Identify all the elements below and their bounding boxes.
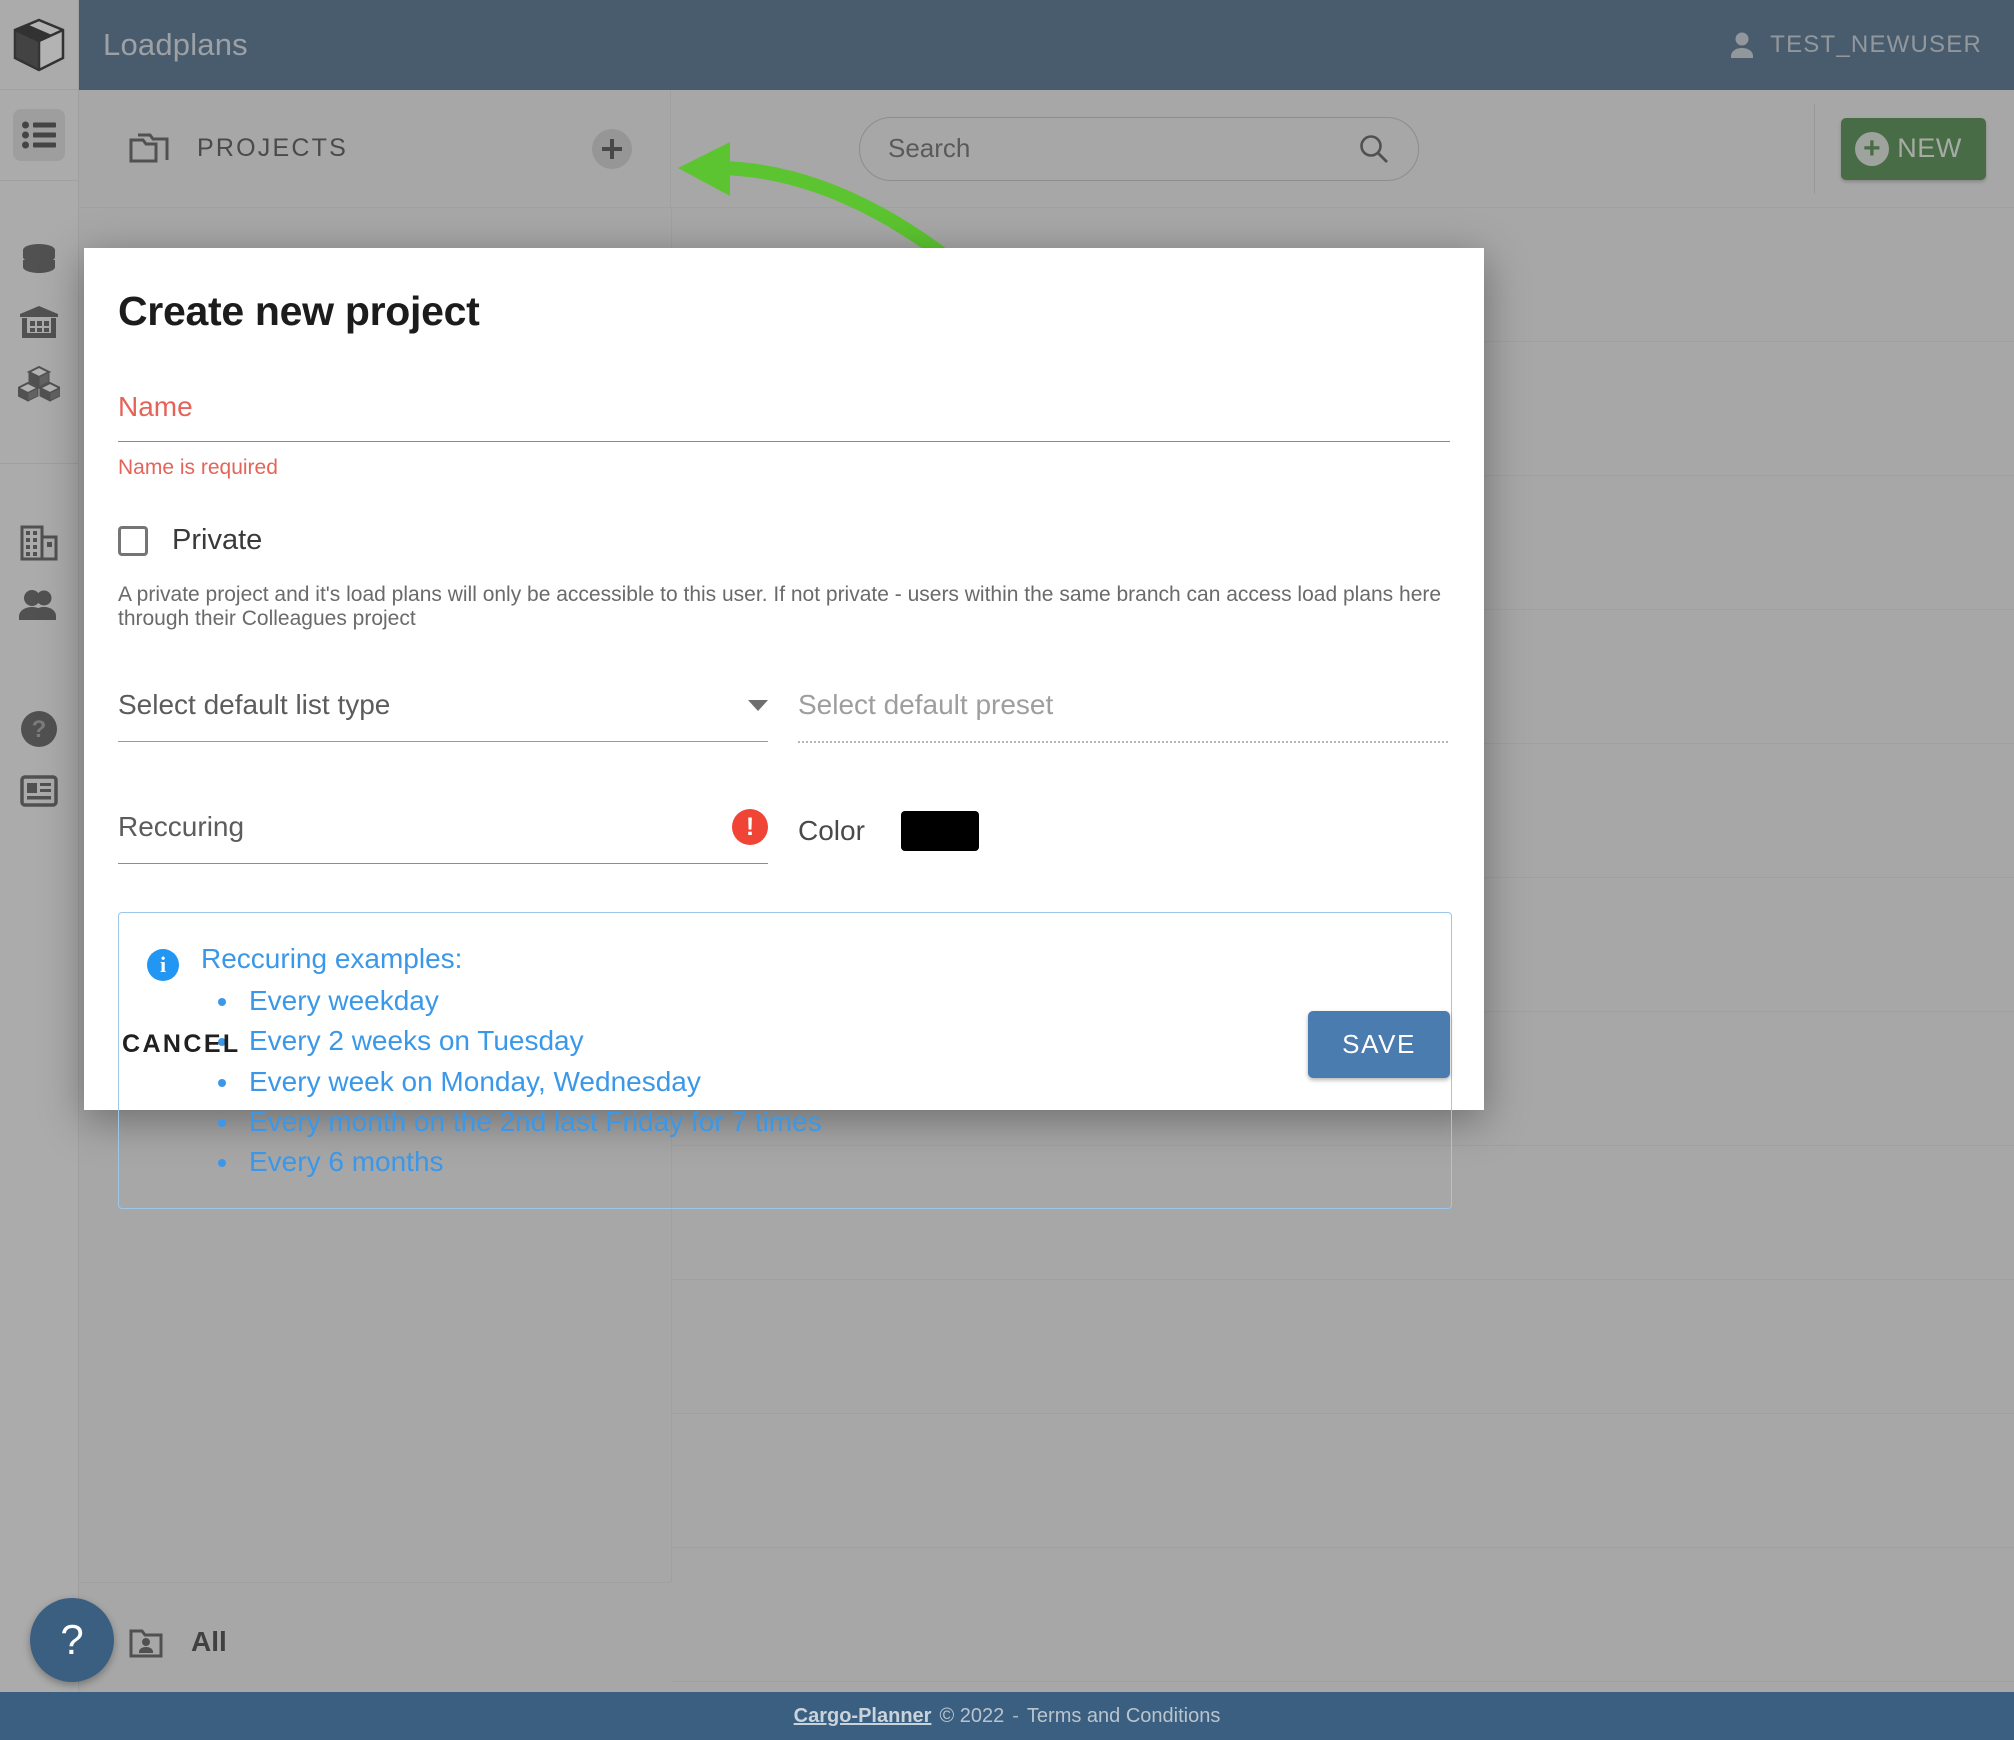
sidebar-item-company[interactable] xyxy=(0,512,78,574)
color-field-label: Color xyxy=(798,815,865,847)
recurring-examples-heading: Reccuring examples: xyxy=(201,943,822,975)
folder-copy-icon xyxy=(129,131,171,167)
projects-label: PROJECTS xyxy=(197,134,348,163)
rail-spacer-top xyxy=(0,195,78,229)
private-checkbox-row[interactable]: Private xyxy=(118,524,1450,557)
plus-icon xyxy=(601,138,623,160)
sidebar-item-users[interactable] xyxy=(0,574,78,636)
cancel-button[interactable]: CANCEL xyxy=(118,1018,245,1071)
search-icon[interactable] xyxy=(1358,133,1390,165)
toolbar-divider xyxy=(1814,104,1815,194)
sidebar-item-loadplans[interactable] xyxy=(0,104,78,166)
table-row[interactable] xyxy=(672,1280,2014,1414)
page-title: Loadplans xyxy=(103,27,248,63)
list-item: Every month on the 2nd last Friday for 7… xyxy=(241,1106,822,1137)
private-description: A private project and it's load plans wi… xyxy=(118,583,1450,631)
color-field: Color xyxy=(798,809,979,851)
recurring-row: Reccuring ! Color xyxy=(118,809,1450,864)
table-row[interactable] xyxy=(672,1548,2014,1682)
help-fab-button[interactable]: ? xyxy=(30,1598,114,1682)
rail-group-resources xyxy=(0,181,78,464)
list-type-select[interactable]: Select default list type xyxy=(118,689,768,743)
footer-separator: - xyxy=(1012,1705,1019,1728)
private-checkbox-label: Private xyxy=(172,524,262,557)
recurring-field[interactable]: Reccuring ! xyxy=(118,809,768,864)
rail-group-org xyxy=(0,464,78,684)
sidebar-item-news[interactable] xyxy=(0,760,78,822)
new-button[interactable]: + NEW xyxy=(1841,118,1986,180)
name-field-error: Name is required xyxy=(118,456,1450,480)
app-root: ? xyxy=(0,0,2014,1740)
name-field-underline xyxy=(118,441,1450,442)
question-icon: ? xyxy=(60,1616,83,1664)
app-logo[interactable] xyxy=(0,0,78,90)
rail-group-support: ? xyxy=(0,684,78,836)
add-project-button[interactable] xyxy=(592,129,632,169)
preset-select-value: Select default preset xyxy=(798,689,1053,721)
color-swatch[interactable] xyxy=(901,811,979,851)
list-type-underline xyxy=(118,741,768,742)
name-field-group: Name Name is required xyxy=(118,391,1450,480)
rail-spacer-org xyxy=(0,478,78,512)
database-icon xyxy=(13,234,65,286)
left-nav-rail: ? xyxy=(0,0,79,1700)
projects-header: PROJECTS xyxy=(79,90,671,207)
rail-spacer-org-bottom xyxy=(0,636,78,670)
search-placeholder: Search xyxy=(888,133,1358,164)
chevron-down-icon xyxy=(748,700,768,711)
plus-circle-icon: + xyxy=(1855,132,1889,166)
people-icon xyxy=(13,579,65,631)
recurring-field-label: Reccuring xyxy=(118,811,244,843)
dialog-title: Create new project xyxy=(118,288,1450,335)
list-type-select-value: Select default list type xyxy=(118,689,390,721)
search-input[interactable]: Search xyxy=(859,117,1419,181)
folder-shared-icon xyxy=(129,1625,167,1659)
page-footer: Cargo-Planner © 2022 - Terms and Conditi… xyxy=(0,1692,2014,1740)
rail-spacer-bottom xyxy=(0,415,78,449)
warehouse-icon xyxy=(13,296,65,348)
user-name: TEST_NEWUSER xyxy=(1770,31,1982,59)
table-row[interactable] xyxy=(672,1414,2014,1548)
project-item-all[interactable]: All xyxy=(79,1582,671,1700)
preset-underline xyxy=(798,741,1448,743)
footer-copyright: © 2022 xyxy=(939,1705,1004,1728)
dialog-actions: CANCEL SAVE xyxy=(118,978,1450,1110)
save-button[interactable]: SAVE xyxy=(1308,1011,1450,1078)
project-item-label: All xyxy=(191,1626,227,1658)
cargo-box-logo-icon xyxy=(13,18,65,72)
question-circle-icon: ? xyxy=(13,703,65,755)
recurring-underline xyxy=(118,863,768,864)
person-icon xyxy=(1728,31,1756,59)
boxes-icon xyxy=(13,358,65,410)
footer-terms-link[interactable]: Terms and Conditions xyxy=(1027,1705,1220,1728)
name-field-label[interactable]: Name xyxy=(118,391,1450,423)
info-icon: i xyxy=(147,949,179,981)
sidebar-item-warehouse[interactable] xyxy=(0,291,78,353)
footer-brand-link[interactable]: Cargo-Planner xyxy=(794,1705,932,1728)
selects-row: Select default list type Select default … xyxy=(118,689,1450,743)
sidebar-item-containers[interactable] xyxy=(0,229,78,291)
building-icon xyxy=(13,517,65,569)
create-project-dialog: Create new project Name Name is required… xyxy=(84,248,1484,1110)
rail-group-primary xyxy=(0,90,78,181)
svg-text:?: ? xyxy=(32,716,47,743)
preset-select: Select default preset xyxy=(798,689,1448,743)
list-item: Every 6 months xyxy=(241,1146,822,1177)
user-menu[interactable]: TEST_NEWUSER xyxy=(1728,31,1982,59)
article-icon xyxy=(13,765,65,817)
projects-toolbar: PROJECTS Search xyxy=(79,90,2014,208)
new-button-label: NEW xyxy=(1897,133,1962,164)
search-zone: Search xyxy=(671,117,1814,181)
sidebar-item-help[interactable]: ? xyxy=(0,698,78,760)
sidebar-item-cargo[interactable] xyxy=(0,353,78,415)
private-checkbox[interactable] xyxy=(118,526,148,556)
error-exclamation-icon[interactable]: ! xyxy=(732,809,768,845)
top-bar: Loadplans TEST_NEWUSER xyxy=(79,0,2014,90)
list-icon xyxy=(13,109,65,161)
